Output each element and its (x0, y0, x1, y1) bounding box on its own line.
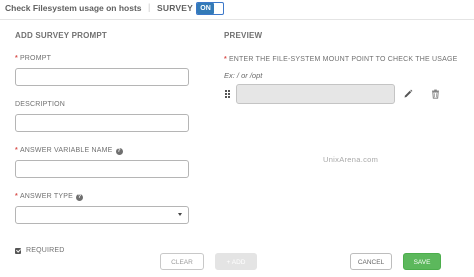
prompt-label: * PROMPT (15, 55, 52, 62)
preview-answer-input (236, 84, 395, 104)
prompt-input[interactable] (15, 68, 189, 86)
survey-header: Check Filesystem usage on hosts | SURVEY… (0, 0, 474, 20)
caret-down-icon (178, 213, 182, 216)
cancel-button[interactable]: CANCEL (350, 253, 392, 270)
required-asterisk: * (224, 56, 227, 63)
watermark: UnixArena.com (323, 155, 379, 164)
preview-hint: Ex: / or /opt (224, 71, 263, 80)
answer-variable-input[interactable] (15, 160, 189, 178)
description-input[interactable] (15, 114, 189, 132)
clear-button[interactable]: CLEAR (160, 253, 204, 270)
add-button[interactable]: + ADD (215, 253, 257, 270)
required-checkbox[interactable] (15, 248, 21, 254)
required-asterisk: * (15, 193, 18, 200)
preview-question-label: * ENTER THE FILE-SYSTEM MOUNT POINT TO CH… (224, 56, 458, 63)
toggle-on-label: ON (197, 3, 214, 14)
survey-label: SURVEY (157, 3, 194, 13)
add-survey-prompt-heading: ADD SURVEY PROMPT (15, 31, 108, 40)
answer-variable-label: * ANSWER VARIABLE NAME? (15, 147, 123, 155)
preview-heading: PREVIEW (224, 31, 263, 40)
drag-handle-icon[interactable] (225, 90, 230, 98)
help-icon[interactable]: ? (75, 194, 83, 201)
save-button[interactable]: SAVE (403, 253, 441, 270)
answer-type-label: * ANSWER TYPE? (15, 193, 83, 201)
trash-icon[interactable] (431, 89, 440, 99)
survey-toggle[interactable]: ON (196, 2, 224, 15)
pencil-icon[interactable] (403, 89, 413, 99)
required-asterisk: * (15, 147, 18, 154)
job-template-title: Check Filesystem usage on hosts (5, 3, 142, 13)
header-divider (0, 19, 474, 20)
header-separator: | (148, 2, 151, 12)
help-icon[interactable]: ? (115, 148, 123, 155)
answer-type-select[interactable] (15, 206, 189, 224)
required-asterisk: * (15, 55, 18, 62)
required-label: REQUIRED (26, 247, 65, 254)
description-label: DESCRIPTION (15, 101, 66, 108)
